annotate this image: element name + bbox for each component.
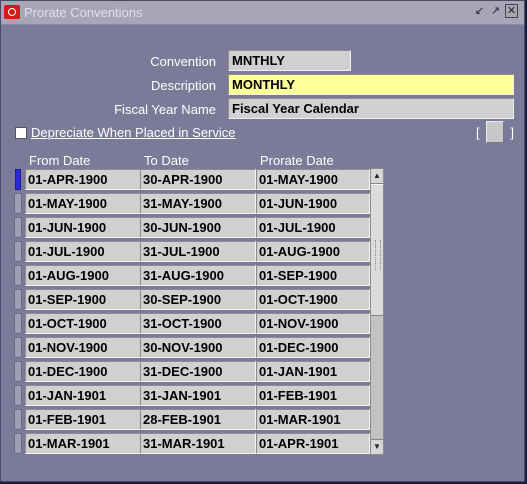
depreciate-when-placed-checkbox[interactable] bbox=[15, 126, 27, 139]
window-title: Prorate Conventions bbox=[24, 5, 143, 20]
record-indicator[interactable] bbox=[14, 433, 22, 454]
description-label: Description bbox=[150, 78, 216, 93]
close-icon[interactable]: ✕ bbox=[505, 4, 518, 18]
oracle-logo-icon bbox=[4, 5, 20, 19]
record-indicator[interactable] bbox=[14, 361, 22, 382]
from-date-cell[interactable]: 01-JUN-1900 bbox=[25, 217, 150, 238]
record-indicator[interactable] bbox=[14, 217, 22, 238]
descriptive-flexfield[interactable]: [ ] bbox=[476, 121, 514, 143]
table-row[interactable]: 01-NOV-1900 30-NOV-1900 01-DEC-1900 bbox=[14, 336, 370, 360]
table-row[interactable]: 01-FEB-1901 28-FEB-1901 01-MAR-1901 bbox=[14, 408, 370, 432]
to-date-cell[interactable]: 31-JAN-1901 bbox=[140, 385, 256, 406]
prorate-date-header: Prorate Date bbox=[260, 153, 334, 168]
window-controls: ↙ ↗ ✕ bbox=[473, 4, 518, 18]
record-indicator[interactable] bbox=[14, 289, 22, 310]
table-row[interactable]: 01-DEC-1900 31-DEC-1900 01-JAN-1901 bbox=[14, 360, 370, 384]
prorate-date-cell[interactable]: 01-SEP-1900 bbox=[256, 265, 370, 286]
from-date-cell[interactable]: 01-OCT-1900 bbox=[25, 313, 150, 334]
to-date-header: To Date bbox=[144, 153, 189, 168]
window-titlebar[interactable]: Prorate Conventions ↙ ↗ ✕ bbox=[1, 1, 524, 25]
from-date-cell[interactable]: 01-JUL-1900 bbox=[25, 241, 150, 262]
dff-button[interactable] bbox=[486, 121, 504, 143]
prorate-date-cell[interactable]: 01-AUG-1900 bbox=[256, 241, 370, 262]
from-date-cell[interactable]: 01-APR-1900 bbox=[25, 169, 150, 190]
depreciate-when-placed-row[interactable]: Depreciate When Placed in Service bbox=[15, 125, 236, 140]
convention-field[interactable]: MNTHLY bbox=[228, 50, 351, 71]
from-date-cell[interactable]: 01-MAR-1901 bbox=[25, 433, 150, 454]
depreciate-when-placed-label[interactable]: Depreciate When Placed in Service bbox=[31, 125, 236, 140]
record-indicator[interactable] bbox=[14, 241, 22, 262]
to-date-cell[interactable]: 30-NOV-1900 bbox=[140, 337, 256, 358]
table-row[interactable]: 01-JUN-1900 30-JUN-1900 01-JUL-1900 bbox=[14, 216, 370, 240]
from-date-header: From Date bbox=[29, 153, 91, 168]
current-record-indicator[interactable] bbox=[15, 169, 21, 190]
scrollbar-grip-icon bbox=[375, 240, 381, 270]
prorate-date-cell[interactable]: 01-JAN-1901 bbox=[256, 361, 370, 382]
scroll-up-icon[interactable]: ▲ bbox=[371, 169, 383, 184]
from-date-cell[interactable]: 01-FEB-1901 bbox=[25, 409, 150, 430]
to-date-cell[interactable]: 31-AUG-1900 bbox=[140, 265, 256, 286]
scroll-down-icon[interactable]: ▼ bbox=[371, 439, 383, 454]
record-indicator[interactable] bbox=[14, 193, 22, 214]
prorate-date-cell[interactable]: 01-JUL-1900 bbox=[256, 217, 370, 238]
to-date-cell[interactable]: 31-OCT-1900 bbox=[140, 313, 256, 334]
from-date-cell[interactable]: 01-MAY-1900 bbox=[25, 193, 150, 214]
dff-bracket-left: [ bbox=[476, 124, 480, 140]
prorate-date-cell[interactable]: 01-APR-1901 bbox=[256, 433, 370, 454]
prorate-date-cell[interactable]: 01-JUN-1900 bbox=[256, 193, 370, 214]
to-date-cell[interactable]: 28-FEB-1901 bbox=[140, 409, 256, 430]
prorate-date-cell[interactable]: 01-MAY-1900 bbox=[256, 169, 370, 190]
to-date-cell[interactable]: 31-JUL-1900 bbox=[140, 241, 256, 262]
from-date-cell[interactable]: 01-AUG-1900 bbox=[25, 265, 150, 286]
table-row[interactable]: 01-APR-1900 30-APR-1900 01-MAY-1900 bbox=[14, 168, 370, 192]
convention-label: Convention bbox=[150, 54, 216, 69]
to-date-cell[interactable]: 31-DEC-1900 bbox=[140, 361, 256, 382]
record-indicator[interactable] bbox=[14, 385, 22, 406]
minimize-icon[interactable]: ↙ bbox=[473, 4, 486, 18]
from-date-cell[interactable]: 01-NOV-1900 bbox=[25, 337, 150, 358]
to-date-cell[interactable]: 30-APR-1900 bbox=[140, 169, 256, 190]
prorate-date-cell[interactable]: 01-DEC-1900 bbox=[256, 337, 370, 358]
table-row[interactable]: 01-JUL-1900 31-JUL-1900 01-AUG-1900 bbox=[14, 240, 370, 264]
table-row[interactable]: 01-MAR-1901 31-MAR-1901 01-APR-1901 bbox=[14, 432, 370, 456]
prorate-date-cell[interactable]: 01-FEB-1901 bbox=[256, 385, 370, 406]
table-row[interactable]: 01-JAN-1901 31-JAN-1901 01-FEB-1901 bbox=[14, 384, 370, 408]
record-indicator[interactable] bbox=[14, 337, 22, 358]
record-indicator[interactable] bbox=[14, 409, 22, 430]
prorate-date-cell[interactable]: 01-MAR-1901 bbox=[256, 409, 370, 430]
record-indicator[interactable] bbox=[14, 313, 22, 334]
fiscal-year-name-label: Fiscal Year Name bbox=[114, 102, 216, 117]
prorate-conventions-window: Prorate Conventions ↙ ↗ ✕ Convention MNT… bbox=[0, 0, 525, 482]
table-row[interactable]: 01-AUG-1900 31-AUG-1900 01-SEP-1900 bbox=[14, 264, 370, 288]
to-date-cell[interactable]: 31-MAY-1900 bbox=[140, 193, 256, 214]
grid-scrollbar[interactable]: ▲ ▼ bbox=[370, 168, 384, 455]
table-row[interactable]: 01-SEP-1900 30-SEP-1900 01-OCT-1900 bbox=[14, 288, 370, 312]
maximize-icon[interactable]: ↗ bbox=[489, 4, 502, 18]
prorate-date-cell[interactable]: 01-OCT-1900 bbox=[256, 289, 370, 310]
from-date-cell[interactable]: 01-SEP-1900 bbox=[25, 289, 150, 310]
scrollbar-thumb[interactable] bbox=[371, 184, 383, 316]
from-date-cell[interactable]: 01-JAN-1901 bbox=[25, 385, 150, 406]
from-date-cell[interactable]: 01-DEC-1900 bbox=[25, 361, 150, 382]
table-row[interactable]: 01-OCT-1900 31-OCT-1900 01-NOV-1900 bbox=[14, 312, 370, 336]
table-row[interactable]: 01-MAY-1900 31-MAY-1900 01-JUN-1900 bbox=[14, 192, 370, 216]
record-indicator[interactable] bbox=[14, 265, 22, 286]
to-date-cell[interactable]: 30-JUN-1900 bbox=[140, 217, 256, 238]
to-date-cell[interactable]: 30-SEP-1900 bbox=[140, 289, 256, 310]
to-date-cell[interactable]: 31-MAR-1901 bbox=[140, 433, 256, 454]
dff-bracket-right: ] bbox=[510, 124, 514, 140]
fiscal-year-name-field[interactable]: Fiscal Year Calendar bbox=[228, 98, 514, 119]
prorate-date-cell[interactable]: 01-NOV-1900 bbox=[256, 313, 370, 334]
description-field[interactable]: MONTHLY bbox=[228, 74, 514, 95]
